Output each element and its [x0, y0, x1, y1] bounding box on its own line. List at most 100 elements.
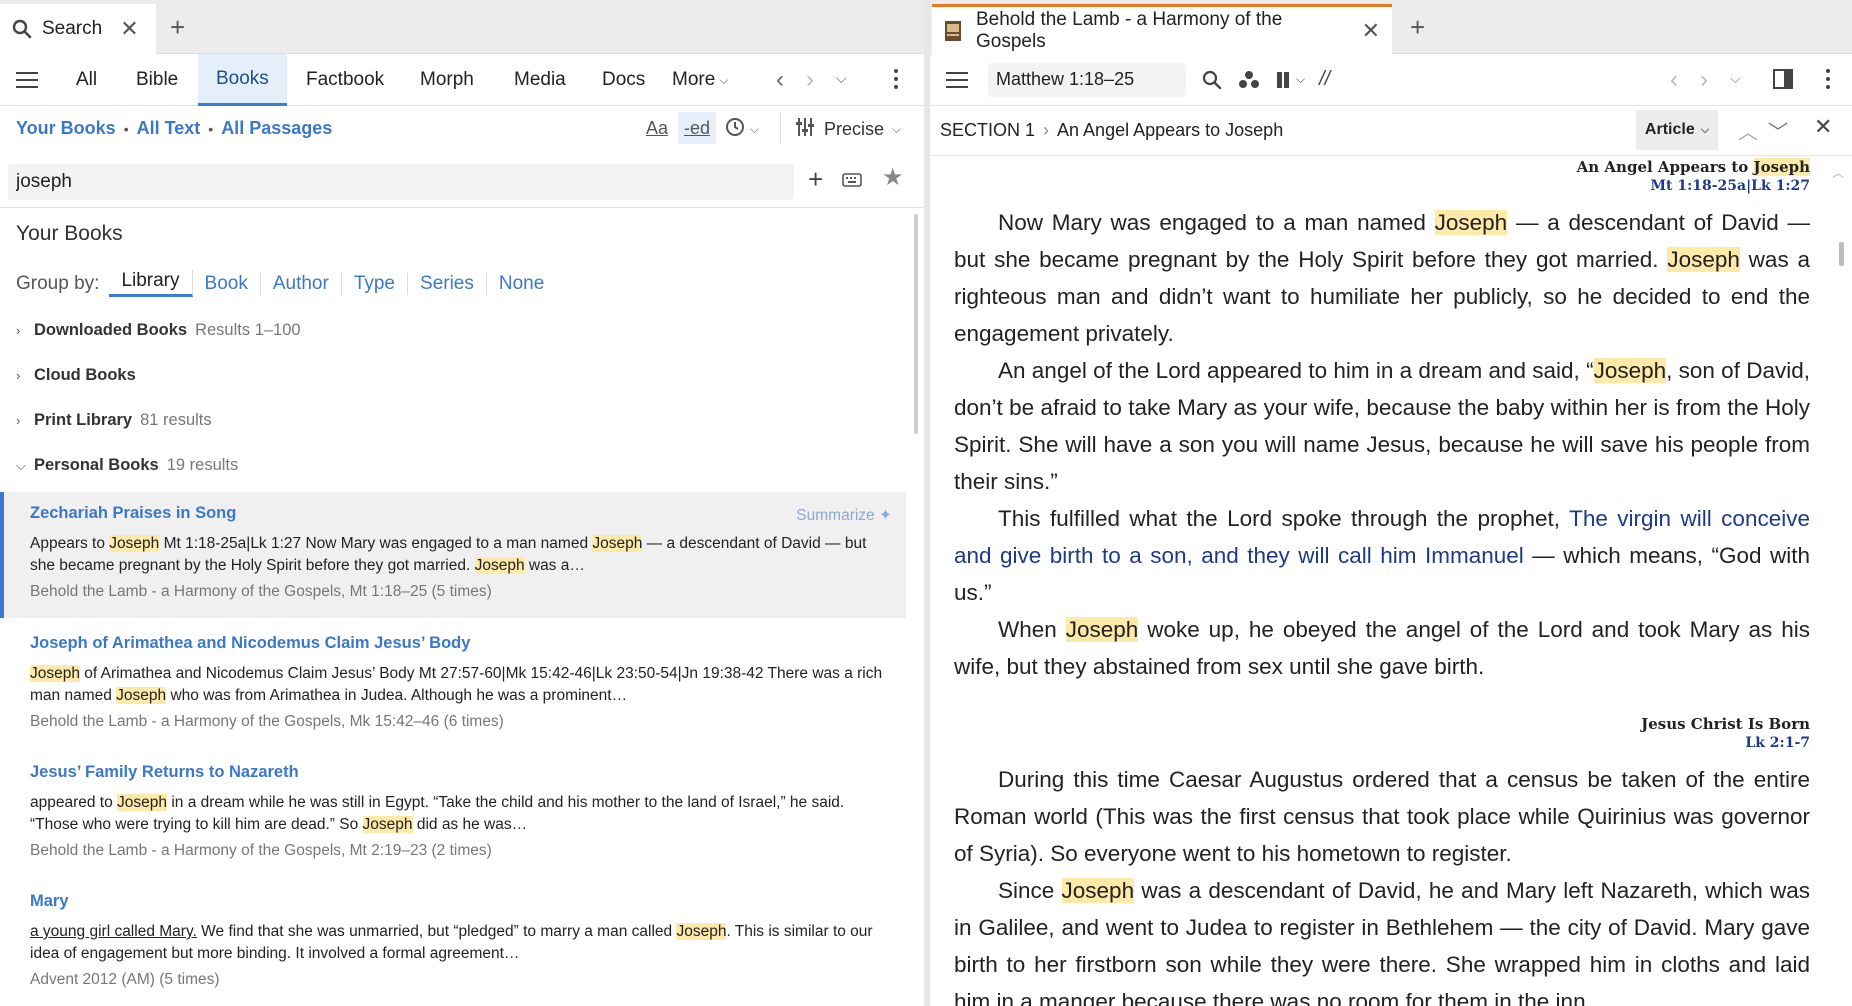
result-title[interactable]: Zechariah Praises in Song	[30, 504, 892, 523]
scrollbar[interactable]	[914, 214, 918, 434]
history-dropdown-icon[interactable]: ⌵	[836, 70, 847, 87]
more-options-icon[interactable]	[1826, 69, 1830, 89]
scope-text[interactable]: All Text	[137, 118, 201, 139]
add-tab-icon[interactable]: +	[170, 14, 185, 40]
search-result[interactable]: Mary a young girl called Mary. We find t…	[0, 880, 906, 1006]
group-by-series[interactable]: Series	[408, 272, 487, 295]
star-icon[interactable]: ★	[882, 166, 904, 190]
close-icon[interactable]: ✕	[1814, 114, 1832, 140]
group-print-library[interactable]: › Print Library 81 results	[16, 411, 212, 430]
visual-filter-icon[interactable]	[1238, 70, 1260, 90]
match-case-icon[interactable]: Aa	[646, 118, 668, 139]
summarize-button[interactable]: Summarize ✦	[796, 506, 892, 525]
tab-more[interactable]: More ⌵	[654, 54, 732, 106]
breadcrumb-section[interactable]: SECTION 1	[940, 120, 1035, 141]
view-mode-dropdown[interactable]: Article ⌵	[1636, 110, 1718, 150]
previous-section-icon[interactable]: ︿	[1738, 116, 1758, 145]
tab-all[interactable]: All	[58, 54, 115, 106]
parallel-resources-icon[interactable]	[1276, 71, 1294, 89]
sparkle-icon: ✦	[879, 507, 892, 524]
precision-dropdown[interactable]: Precise ⌵	[794, 116, 901, 142]
search-result[interactable]: Jesus’ Family Returns to Nazareth appear…	[0, 751, 906, 877]
text-run: Now Mary was engaged to a man named	[998, 210, 1435, 235]
chevron-down-icon[interactable]: ⌵	[1296, 72, 1305, 87]
group-count: 81 results	[140, 411, 212, 429]
more-options-icon[interactable]	[894, 69, 898, 89]
group-downloaded-books[interactable]: › Downloaded Books Results 1–100	[16, 321, 301, 340]
tab-search[interactable]: Search ✕	[0, 4, 156, 54]
paragraph: During this time Caesar Augustus ordered…	[954, 761, 1810, 872]
group-cloud-books[interactable]: › Cloud Books	[16, 366, 144, 385]
search-scope: Your Books • All Text • All Passages	[16, 118, 332, 139]
result-snippet: appeared to Joseph in a dream while he w…	[30, 792, 892, 836]
tab-books[interactable]: Books	[198, 54, 287, 106]
group-by-library[interactable]: Library	[109, 270, 193, 297]
search-result[interactable]: Zechariah Praises in Song Summarize ✦ Ap…	[0, 492, 906, 618]
pericope-reference[interactable]: Mt 1:18-25a|Lk 1:27	[954, 177, 1811, 196]
scope-passages[interactable]: All Passages	[221, 118, 332, 139]
forward-arrow-icon[interactable]: ›	[1700, 66, 1708, 94]
result-source: Behold the Lamb - a Harmony of the Gospe…	[30, 583, 492, 600]
group-name: Cloud Books	[34, 366, 136, 384]
tab-bible[interactable]: Bible	[118, 54, 196, 106]
scrollbar[interactable]	[1839, 242, 1844, 266]
next-section-icon[interactable]: ﹀	[1768, 116, 1788, 145]
close-icon[interactable]: ✕	[120, 16, 138, 42]
back-arrow-icon[interactable]: ‹	[1670, 66, 1678, 94]
paragraph: When Joseph woke up, he obeyed the angel…	[954, 611, 1810, 685]
add-tab-icon[interactable]: +	[1410, 14, 1425, 40]
scroll-up-icon[interactable]: ︿	[1832, 164, 1844, 181]
search-sync-button[interactable]: ⌵	[724, 116, 759, 142]
search-icon[interactable]	[1202, 70, 1222, 90]
result-title[interactable]: Joseph of Arimathea and Nicodemus Claim …	[30, 634, 892, 653]
group-by-none[interactable]: None	[487, 273, 556, 295]
paragraph: An angel of the Lord appeared to him in …	[954, 352, 1810, 500]
group-by-type[interactable]: Type	[342, 272, 409, 295]
close-icon[interactable]: ✕	[1362, 18, 1380, 44]
tab-factbook[interactable]: Factbook	[288, 54, 402, 106]
breadcrumb-title[interactable]: An Angel Appears to Joseph	[1057, 120, 1283, 141]
group-personal-books[interactable]: ⌵ Personal Books 19 results	[16, 456, 238, 475]
menu-icon[interactable]	[16, 71, 38, 88]
tab-media[interactable]: Media	[496, 54, 584, 106]
add-search-term-icon[interactable]: +	[808, 166, 823, 192]
search-panel: Search ✕ + All Bible Books Factbook Morp…	[0, 0, 924, 1006]
layout-icon[interactable]	[1773, 69, 1793, 93]
paragraph: Now Mary was engaged to a man named Jose…	[954, 204, 1810, 352]
search-hit-highlight: Joseph	[1434, 210, 1508, 235]
tab-more-label: More	[672, 69, 716, 90]
tab-docs[interactable]: Docs	[584, 54, 663, 106]
tab-search-label: Search	[42, 18, 103, 39]
pericope-reference[interactable]: Lk 2:1-7	[954, 734, 1810, 753]
tab-morph[interactable]: Morph	[402, 54, 492, 106]
search-input[interactable]	[8, 164, 794, 200]
link-set-icon[interactable]: //	[1319, 68, 1330, 91]
pericope-heading: An Angel Appears to Joseph Mt 1:18-25a|L…	[954, 158, 1810, 196]
paragraph-group: Now Mary was engaged to a man named Jose…	[954, 204, 1810, 685]
divider	[0, 207, 924, 208]
result-title[interactable]: Jesus’ Family Returns to Nazareth	[30, 763, 892, 782]
group-by-book[interactable]: Book	[193, 272, 261, 295]
chevron-down-icon: ⌵	[892, 121, 902, 136]
search-icon	[12, 19, 32, 39]
forward-arrow-icon[interactable]: ›	[806, 66, 814, 94]
search-hit-highlight: Joseph	[362, 816, 413, 833]
search-hit-highlight: Joseph	[109, 535, 160, 552]
group-by-author[interactable]: Author	[261, 272, 342, 295]
history-dropdown-icon[interactable]: ⌵	[1730, 70, 1741, 87]
text-run: was a…	[524, 557, 585, 574]
text-run: We find that she was unmarried, but “ple…	[196, 923, 677, 940]
back-arrow-icon[interactable]: ‹	[776, 66, 784, 94]
separator-dot: •	[123, 120, 129, 137]
tab-book[interactable]: Behold the Lamb - a Harmony of the Gospe…	[932, 4, 1392, 54]
result-snippet: Appears to Joseph Mt 1:18-25a|Lk 1:27 No…	[30, 533, 892, 577]
search-hit-highlight: Joseph	[1667, 247, 1740, 272]
reference-input[interactable]	[988, 62, 1186, 97]
search-result[interactable]: Joseph of Arimathea and Nicodemus Claim …	[0, 622, 906, 748]
menu-icon[interactable]	[946, 71, 968, 88]
scope-books[interactable]: Your Books	[16, 118, 116, 139]
match-forms-icon[interactable]: -ed	[678, 112, 716, 144]
result-title[interactable]: Mary	[30, 892, 892, 911]
keyboard-icon[interactable]	[842, 172, 862, 192]
pericope-title-text: An Angel Appears to	[1576, 158, 1754, 176]
